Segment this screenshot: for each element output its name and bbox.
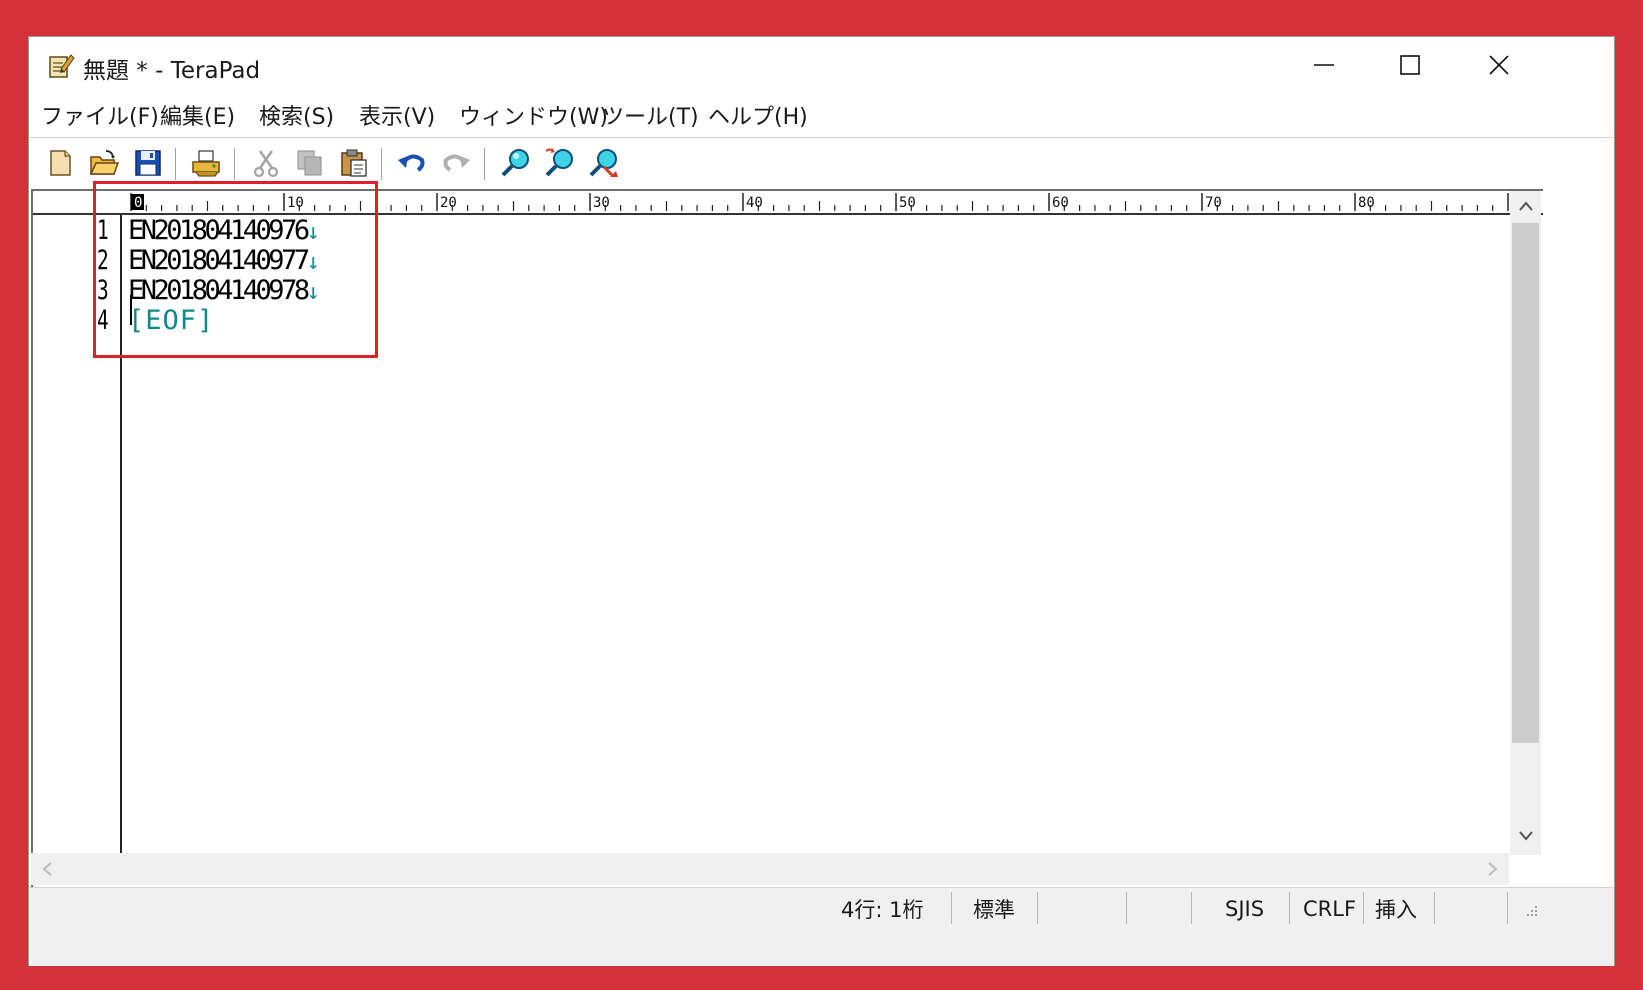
status-separator: [1434, 892, 1435, 924]
chevron-left-icon: [41, 862, 52, 876]
ruler-label: 70: [1205, 195, 1222, 211]
chevron-up-icon: [1518, 201, 1533, 211]
vertical-scroll-thumb[interactable]: [1512, 223, 1539, 743]
status-separator: [1126, 892, 1127, 924]
save-icon: [135, 150, 161, 176]
resize-grip-icon[interactable]: [1521, 902, 1539, 920]
ruler-label: 40: [746, 195, 763, 211]
highlight-box: [93, 181, 378, 358]
ruler-label: 30: [593, 195, 610, 211]
toolbar-separator: [484, 148, 488, 180]
replace-icon: [589, 149, 618, 177]
menu-bar: ファイル(F) 編集(E) 検索(S) 表示(V) ウィンドウ(W) ツール(T…: [29, 93, 1614, 133]
insert-mode-indicator[interactable]: 挿入: [1375, 894, 1417, 924]
status-separator: [1037, 892, 1038, 924]
window-title: 無題 * - TeraPad: [83, 58, 261, 84]
print-button[interactable]: [189, 146, 223, 180]
chevron-right-icon: [1487, 862, 1498, 876]
open-file-button[interactable]: [87, 146, 121, 180]
print-icon: [192, 150, 220, 177]
close-icon: [1489, 55, 1509, 75]
minimize-icon: [1314, 64, 1334, 66]
menu-search[interactable]: 検索(S): [259, 99, 334, 131]
scroll-right-button[interactable]: [1477, 854, 1508, 884]
open-folder-icon: [89, 150, 120, 175]
replace-button[interactable]: [587, 146, 621, 180]
find-button[interactable]: [499, 146, 533, 180]
redo-button[interactable]: [439, 146, 473, 180]
minimize-button[interactable]: [1279, 37, 1369, 93]
toolbar-separator: [381, 148, 385, 180]
save-button[interactable]: [131, 146, 165, 180]
menu-file[interactable]: ファイル(F): [41, 99, 159, 131]
encoding-indicator[interactable]: SJIS: [1225, 894, 1264, 924]
find-icon: [501, 149, 529, 177]
scroll-down-button[interactable]: [1510, 821, 1541, 851]
horizontal-scrollbar[interactable]: [31, 853, 1509, 885]
status-bar: 4行: 1桁 標準 SJIS CRLF 挿入: [29, 887, 1614, 966]
scroll-left-button[interactable]: [31, 854, 62, 884]
find-next-icon: [545, 148, 573, 177]
cut-icon: [253, 150, 279, 178]
status-separator: [1191, 892, 1192, 924]
title-bar[interactable]: 無題 * - TeraPad: [29, 37, 1614, 93]
toolbar-separator: [175, 148, 179, 180]
close-button[interactable]: [1454, 37, 1544, 93]
menu-edit[interactable]: 編集(E): [160, 99, 235, 131]
paste-button[interactable]: [337, 146, 371, 180]
ruler-label: 60: [1052, 195, 1069, 211]
menu-view[interactable]: 表示(V): [359, 99, 435, 131]
ruler-label: 80: [1358, 195, 1375, 211]
undo-icon: [398, 154, 425, 172]
new-file-icon: [50, 150, 71, 176]
menu-help[interactable]: ヘルプ(H): [708, 99, 808, 131]
redo-icon: [443, 154, 470, 172]
edit-mode[interactable]: 標準: [973, 894, 1015, 924]
chevron-down-icon: [1518, 831, 1533, 841]
status-separator: [1363, 892, 1364, 924]
copy-button[interactable]: [293, 146, 327, 180]
maximize-icon: [1400, 55, 1420, 75]
line-ending-indicator[interactable]: CRLF: [1303, 894, 1356, 924]
maximize-button[interactable]: [1365, 37, 1455, 93]
terapad-window: 無題 * - TeraPad ファイル(F) 編集(E) 検索(S) 表示(V)…: [28, 36, 1615, 966]
undo-button[interactable]: [395, 146, 429, 180]
status-separator: [951, 892, 952, 924]
vertical-scrollbar[interactable]: [1510, 191, 1541, 855]
cut-button[interactable]: [249, 146, 283, 180]
ruler-label: 50: [899, 195, 916, 211]
status-separator: [1289, 892, 1290, 924]
find-next-button[interactable]: [543, 146, 577, 180]
copy-icon: [297, 150, 322, 176]
menu-tools[interactable]: ツール(T): [602, 99, 699, 131]
scroll-up-button[interactable]: [1510, 191, 1541, 221]
status-separator: [1507, 892, 1508, 924]
menu-window[interactable]: ウィンドウ(W): [459, 99, 608, 131]
toolbar-separator: [234, 148, 238, 180]
ruler-label: 20: [440, 195, 457, 211]
notepad-pencil-icon[interactable]: [47, 51, 75, 79]
new-file-button[interactable]: [43, 146, 77, 180]
paste-icon: [341, 149, 367, 177]
cursor-position: 4行: 1桁: [841, 898, 924, 922]
